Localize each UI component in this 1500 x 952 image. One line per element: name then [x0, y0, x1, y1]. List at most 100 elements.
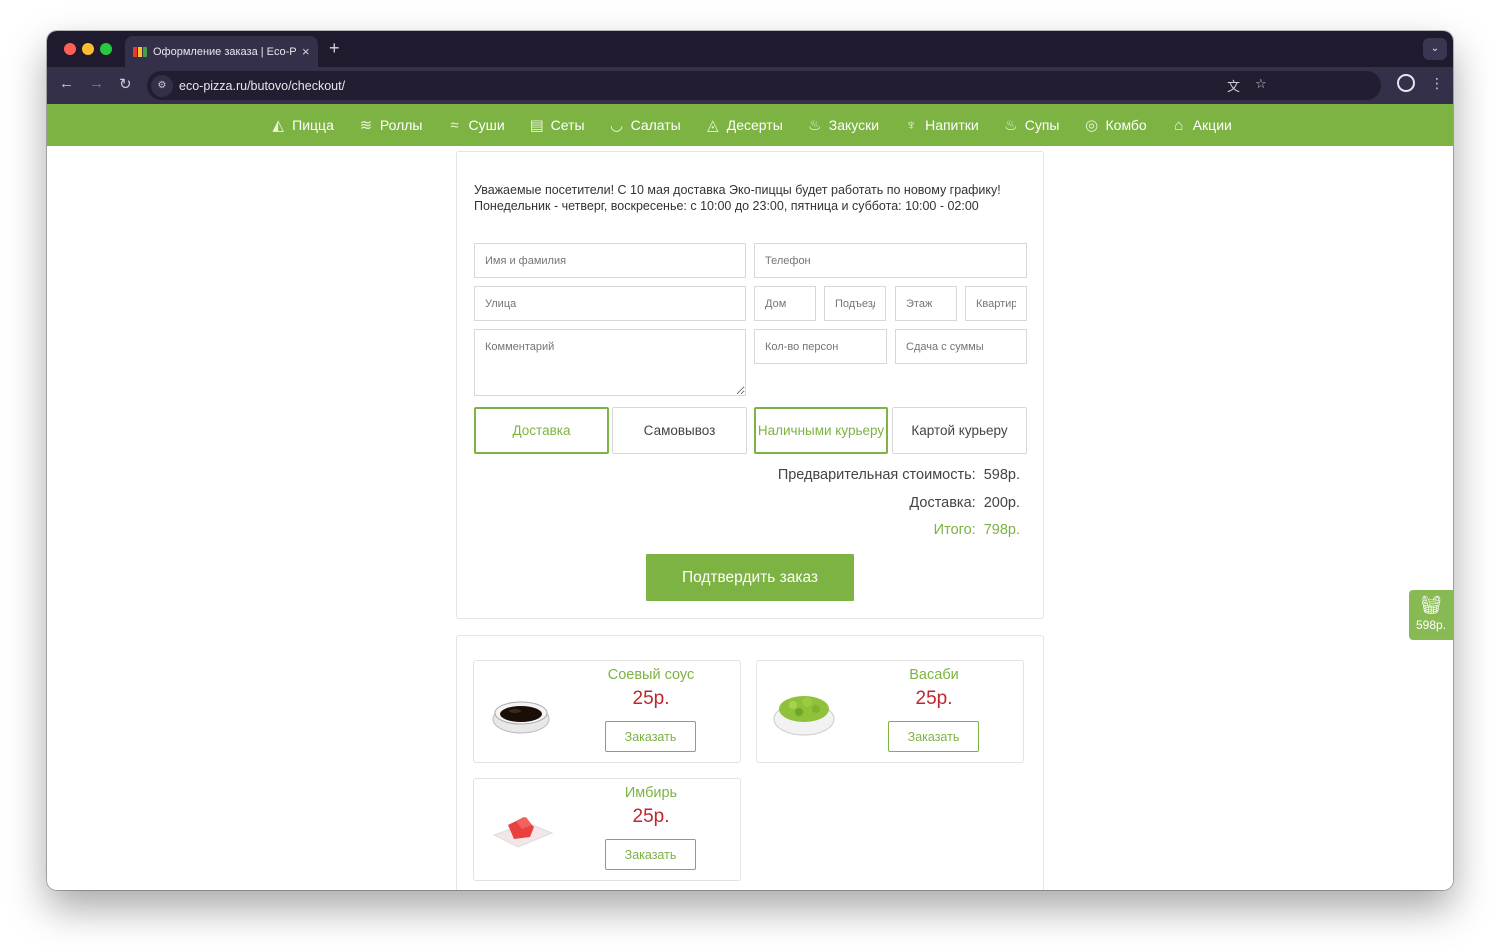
- address-bar[interactable]: ⚙ eco-pizza.ru/butovo/checkout/ 文 ☆: [147, 71, 1381, 100]
- cash-payment-button[interactable]: Наличными курьеру: [754, 407, 888, 454]
- total-label: Итого:: [933, 522, 976, 538]
- subtotal-label: Предварительная стоимость:: [777, 467, 976, 483]
- new-tab-button[interactable]: +: [329, 38, 340, 59]
- wasabi-image: [773, 696, 835, 736]
- minimize-window-button[interactable]: [82, 43, 94, 55]
- salad-icon: ◡: [610, 117, 624, 134]
- persons-field[interactable]: [754, 329, 887, 364]
- dessert-icon: ◬: [706, 117, 719, 134]
- browser-toolbar: ← → ↻ ⚙ eco-pizza.ru/butovo/checkout/ 文 …: [47, 67, 1453, 104]
- tab-close-icon[interactable]: ×: [302, 44, 310, 59]
- category-nav: ◭ Пицца ≋ Роллы ≈ Суши ▤ Сеты ◡ Салаты ◬ Десер…: [47, 104, 1453, 146]
- nav-item-combo[interactable]: ◎ Комбо: [1082, 115, 1147, 135]
- product-price: 25р.: [915, 688, 953, 709]
- apartment-field[interactable]: [965, 286, 1027, 321]
- nav-item-rolls[interactable]: ≋ Роллы: [356, 115, 423, 135]
- nav-item-desserts[interactable]: ◬ Десерты: [703, 115, 783, 135]
- cart-amount: 598р.: [1415, 618, 1447, 632]
- product-card: Васаби 25р. Заказать: [756, 660, 1024, 763]
- checkout-form-card: Уважаемые посетители! С 10 мая доставка …: [456, 151, 1044, 619]
- total-value: 798р.: [983, 522, 1020, 538]
- back-arrow-icon[interactable]: ←: [59, 75, 74, 92]
- nav-item-promo[interactable]: ⌂ Акции: [1169, 115, 1232, 135]
- nav-label: Роллы: [379, 117, 423, 133]
- floating-cart-button[interactable]: 🧺︎ 598р.: [1409, 590, 1453, 640]
- snacks-icon: ♨: [808, 117, 822, 134]
- rolls-icon: ≋: [359, 117, 373, 134]
- nav-label: Супы: [1024, 117, 1060, 133]
- street-field[interactable]: [474, 286, 746, 321]
- nav-label: Напитки: [925, 117, 979, 133]
- floor-field[interactable]: [895, 286, 957, 321]
- soup-icon: ♨: [1004, 117, 1018, 134]
- ginger-image: [492, 817, 554, 848]
- nav-item-drinks[interactable]: ♆ Напитки: [901, 115, 979, 135]
- tab-title: Оформление заказа | Eco-P: [153, 45, 297, 58]
- nav-item-sushi[interactable]: ≈ Суши: [444, 115, 504, 135]
- tab-search-chevron-icon[interactable]: ⌄: [1423, 38, 1447, 60]
- close-window-button[interactable]: [64, 43, 76, 55]
- product-card: Соевый соус 25р. Заказать: [473, 660, 741, 763]
- sets-icon: ▤: [529, 117, 544, 134]
- product-card: Имбирь 25р. Заказать: [473, 778, 741, 881]
- reload-icon[interactable]: ↻: [119, 75, 132, 93]
- profile-avatar-icon[interactable]: [1397, 74, 1415, 92]
- delivery-cost-value: 200р.: [983, 495, 1020, 511]
- nav-label: Акции: [1192, 117, 1232, 133]
- nav-label: Сеты: [550, 117, 585, 133]
- nav-item-snacks[interactable]: ♨ Закуски: [805, 115, 879, 135]
- browser-menu-icon[interactable]: ⋮: [1430, 75, 1444, 92]
- maximize-window-button[interactable]: [100, 43, 112, 55]
- tab-bar: Оформление заказа | Eco-P × + ⌄: [47, 31, 1453, 67]
- product-name: Соевый соус: [607, 667, 695, 683]
- comment-field[interactable]: [474, 329, 746, 396]
- delivery-cost-line: Доставка: 200р.: [909, 495, 1020, 511]
- site-settings-icon[interactable]: ⚙: [151, 74, 173, 97]
- entrance-field[interactable]: [824, 286, 886, 321]
- order-product-button[interactable]: Заказать: [605, 839, 696, 870]
- confirm-order-button[interactable]: Подтвердить заказ: [646, 554, 854, 601]
- name-field[interactable]: [474, 243, 746, 278]
- forward-arrow-icon[interactable]: →: [89, 75, 104, 92]
- nav-label: Десерты: [726, 117, 783, 133]
- product-price: 25р.: [632, 688, 670, 709]
- site-favicon-icon: [133, 46, 147, 57]
- drinks-icon: ♆: [905, 116, 917, 134]
- product-name: Имбирь: [624, 785, 678, 801]
- schedule-notice: Уважаемые посетители! С 10 мая доставка …: [474, 183, 1001, 213]
- nav-label: Суши: [468, 117, 505, 133]
- nav-item-sets[interactable]: ▤ Сеты: [527, 115, 585, 135]
- page-content: Уважаемые посетители! С 10 мая доставка …: [47, 146, 1453, 890]
- nav-label: Комбо: [1105, 117, 1147, 133]
- order-product-button[interactable]: Заказать: [605, 721, 696, 752]
- order-product-button[interactable]: Заказать: [888, 721, 979, 752]
- gift-icon: ⌂: [1174, 116, 1184, 134]
- combo-icon: ◎: [1084, 117, 1099, 134]
- product-price: 25р.: [632, 806, 670, 827]
- nav-item-pizza[interactable]: ◭ Пицца: [268, 115, 334, 135]
- pizza-icon: ◭: [272, 117, 284, 134]
- delivery-option-button[interactable]: Доставка: [474, 407, 609, 454]
- product-name: Васаби: [909, 667, 959, 683]
- sushi-icon: ≈: [450, 116, 459, 134]
- card-payment-button[interactable]: Картой курьеру: [892, 407, 1027, 454]
- soy-sauce-image: [492, 701, 550, 734]
- pickup-option-button[interactable]: Самовывоз: [612, 407, 747, 454]
- nav-label: Закуски: [828, 117, 880, 133]
- nav-label: Салаты: [630, 117, 681, 133]
- nav-item-salads[interactable]: ◡ Салаты: [607, 115, 681, 135]
- active-tab[interactable]: Оформление заказа | Eco-P ×: [125, 36, 318, 67]
- translate-icon[interactable]: 文: [1227, 76, 1240, 95]
- subtotal-line: Предварительная стоимость: 598р.: [778, 467, 1020, 483]
- bookmark-star-icon[interactable]: ☆: [1255, 76, 1267, 92]
- house-field[interactable]: [754, 286, 816, 321]
- change-field[interactable]: [895, 329, 1027, 364]
- delivery-cost-label: Доставка:: [909, 495, 976, 511]
- url-text[interactable]: eco-pizza.ru/butovo/checkout/: [179, 79, 345, 93]
- total-line: Итого: 798р.: [934, 522, 1020, 538]
- phone-field[interactable]: [754, 243, 1027, 278]
- nav-item-soups[interactable]: ♨ Супы: [1001, 115, 1060, 135]
- nav-label: Пицца: [292, 117, 334, 133]
- basket-icon: 🧺︎: [1419, 595, 1443, 615]
- extras-card: Соевый соус 25р. Заказать Васаби 25р. За…: [456, 635, 1044, 890]
